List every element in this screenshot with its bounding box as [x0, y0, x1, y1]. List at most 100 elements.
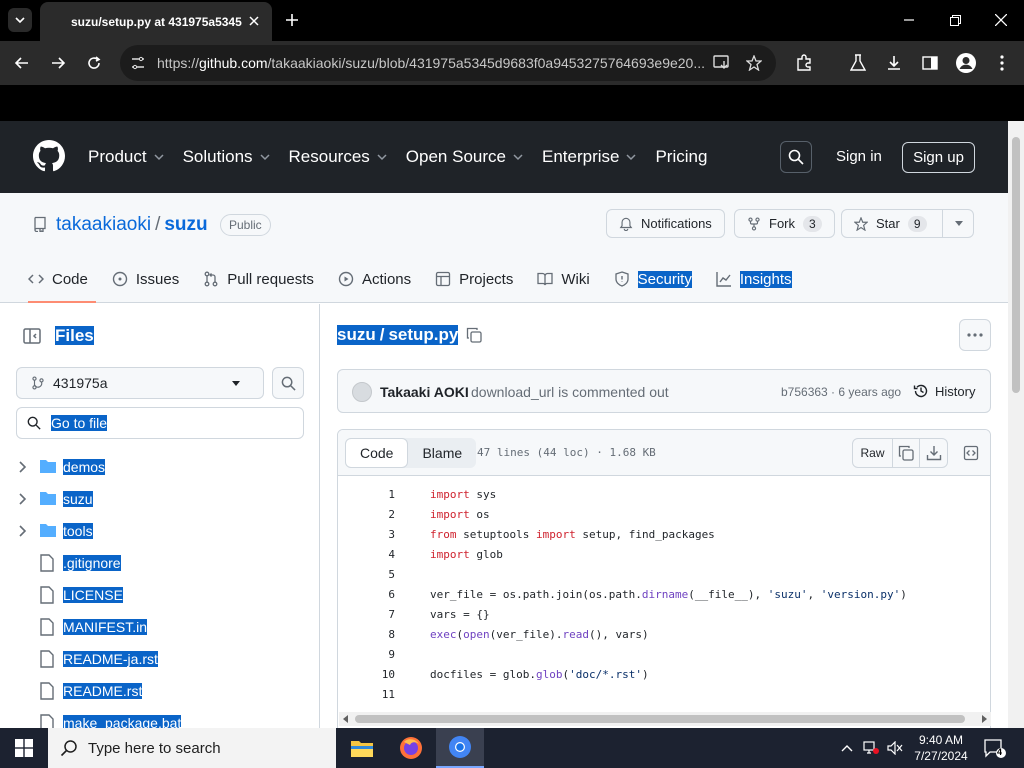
go-to-file-input[interactable]: Go to file	[16, 407, 304, 439]
install-app-icon[interactable]	[712, 53, 732, 73]
back-icon[interactable]	[10, 51, 34, 75]
taskbar-search[interactable]: Type here to search	[48, 728, 336, 768]
fork-button[interactable]: Fork 3	[734, 209, 835, 238]
tree-item-suzu[interactable]: suzu	[0, 483, 319, 515]
star-button[interactable]: Star 9	[841, 209, 974, 238]
bookmark-star-icon[interactable]	[744, 53, 764, 73]
code-view-button[interactable]: Code	[345, 438, 409, 468]
collapse-sidebar-icon[interactable]	[22, 326, 42, 346]
tab-projects[interactable]: Projects	[435, 261, 513, 297]
nav-solutions[interactable]: Solutions	[183, 147, 271, 167]
tab-security[interactable]: Security	[614, 261, 692, 297]
breadcrumb-repo-link[interactable]: suzu	[337, 325, 376, 345]
nav-pricing[interactable]: Pricing	[655, 147, 707, 167]
file-explorer-icon[interactable]	[338, 728, 386, 768]
history-button[interactable]: History	[913, 383, 975, 399]
code-line: 9	[388, 647, 395, 661]
chrome-icon[interactable]	[436, 728, 484, 768]
extensions-icon[interactable]	[792, 51, 816, 75]
tree-item-gitignore[interactable]: .gitignore	[0, 547, 319, 579]
commit-author[interactable]: Takaaki AOKI	[380, 384, 469, 400]
show-hidden-icons-icon[interactable]	[838, 740, 856, 756]
code-horizontal-scrollbar[interactable]	[339, 712, 991, 726]
repo-name-link[interactable]: suzu	[164, 214, 207, 235]
scroll-right-icon[interactable]	[981, 715, 987, 723]
nav-enterprise[interactable]: Enterprise	[542, 147, 637, 167]
avatar[interactable]	[352, 382, 372, 402]
copy-raw-button[interactable]	[893, 439, 920, 467]
commit-sha-age[interactable]: b756363 · 6 years ago	[781, 385, 901, 399]
github-search-button[interactable]	[780, 141, 812, 173]
commit-message[interactable]: download_url is commented out	[471, 384, 669, 400]
nav-product[interactable]: Product	[88, 147, 165, 167]
forward-icon[interactable]	[46, 51, 70, 75]
new-tab-icon[interactable]	[282, 10, 302, 30]
tree-item-tools[interactable]: tools	[0, 515, 319, 547]
code-line: 2 import os	[388, 507, 490, 521]
reload-icon[interactable]	[82, 51, 106, 75]
github-logo-icon[interactable]	[33, 140, 65, 172]
repo-owner-link[interactable]: takaakiaoki	[56, 214, 151, 235]
tree-item-license[interactable]: LICENSE	[0, 579, 319, 611]
network-icon[interactable]	[862, 740, 880, 756]
tree-item-readme-ja[interactable]: README-ja.rst	[0, 643, 319, 675]
branch-selector[interactable]: 431975a	[16, 367, 264, 399]
site-info-icon[interactable]	[130, 55, 146, 71]
file-actions: Raw	[852, 438, 948, 468]
star-count: 9	[907, 215, 927, 232]
page-vertical-scrollbar[interactable]	[1008, 121, 1024, 728]
chevron-down-icon	[15, 17, 25, 24]
close-window-icon[interactable]	[991, 10, 1011, 30]
tab-insights[interactable]: Insights	[716, 261, 792, 297]
nav-resources[interactable]: Resources	[289, 147, 388, 167]
tab-issues[interactable]: Issues	[112, 261, 179, 297]
tab-pull-requests[interactable]: Pull requests	[203, 261, 314, 297]
windows-taskbar: Type here to search 9:40 AM 7/27/2024 4	[0, 728, 1024, 768]
system-clock[interactable]: 9:40 AM 7/27/2024	[905, 732, 977, 764]
blame-view-button[interactable]: Blame	[408, 438, 476, 468]
downloads-icon[interactable]	[882, 51, 906, 75]
repo-title: takaakiaoki / suzu	[56, 214, 208, 236]
file-icon	[40, 714, 54, 728]
tab-close-icon[interactable]	[246, 13, 262, 29]
chevron-right-icon[interactable]	[18, 525, 28, 537]
scrollbar-thumb[interactable]	[355, 715, 965, 723]
volume-muted-icon[interactable]	[886, 740, 904, 756]
tab-search-button[interactable]	[8, 8, 32, 32]
raw-button[interactable]: Raw	[853, 439, 893, 467]
address-bar[interactable]: https://github.com/takaakiaoki/suzu/blob…	[120, 45, 776, 81]
tree-item-make-package[interactable]: make_package.bat	[0, 707, 319, 728]
tree-item-readme[interactable]: README.rst	[0, 675, 319, 707]
tab-actions[interactable]: Actions	[338, 261, 411, 297]
labs-flask-icon[interactable]	[846, 51, 870, 75]
scroll-left-icon[interactable]	[343, 715, 349, 723]
tree-item-manifest[interactable]: MANIFEST.in	[0, 611, 319, 643]
restore-icon[interactable]	[945, 10, 965, 30]
notifications-button[interactable]: Notifications	[606, 209, 725, 238]
star-dropdown-caret-icon[interactable]	[954, 220, 964, 228]
start-button[interactable]	[0, 728, 48, 768]
sign-up-button[interactable]: Sign up	[902, 142, 975, 173]
nav-open-source[interactable]: Open Source	[406, 147, 524, 167]
minimize-icon[interactable]	[899, 10, 919, 30]
profile-avatar-icon[interactable]	[954, 51, 978, 75]
more-options-button[interactable]	[959, 319, 991, 351]
sign-in-link[interactable]: Sign in	[836, 148, 882, 165]
symbols-panel-button[interactable]	[957, 438, 985, 468]
side-panel-icon[interactable]	[918, 51, 942, 75]
file-search-button[interactable]	[272, 367, 304, 399]
tab-wiki[interactable]: Wiki	[537, 261, 590, 297]
copy-path-icon[interactable]	[466, 327, 483, 343]
code-line: 4 import glob	[388, 547, 503, 561]
firefox-icon[interactable]	[387, 728, 435, 768]
github-header: Product Solutions Resources Open Source …	[0, 121, 1008, 193]
download-raw-button[interactable]	[920, 439, 947, 467]
browser-tab[interactable]: suzu/setup.py at 431975a5345	[40, 2, 272, 41]
tab-code[interactable]: Code	[28, 261, 96, 303]
scrollbar-thumb[interactable]	[1012, 137, 1020, 393]
tree-item-demos[interactable]: demos	[0, 451, 319, 483]
browser-menu-icon[interactable]	[990, 51, 1014, 75]
chevron-right-icon[interactable]	[18, 461, 28, 473]
chevron-right-icon[interactable]	[18, 493, 28, 505]
notification-center-icon[interactable]: 4	[982, 736, 1006, 760]
